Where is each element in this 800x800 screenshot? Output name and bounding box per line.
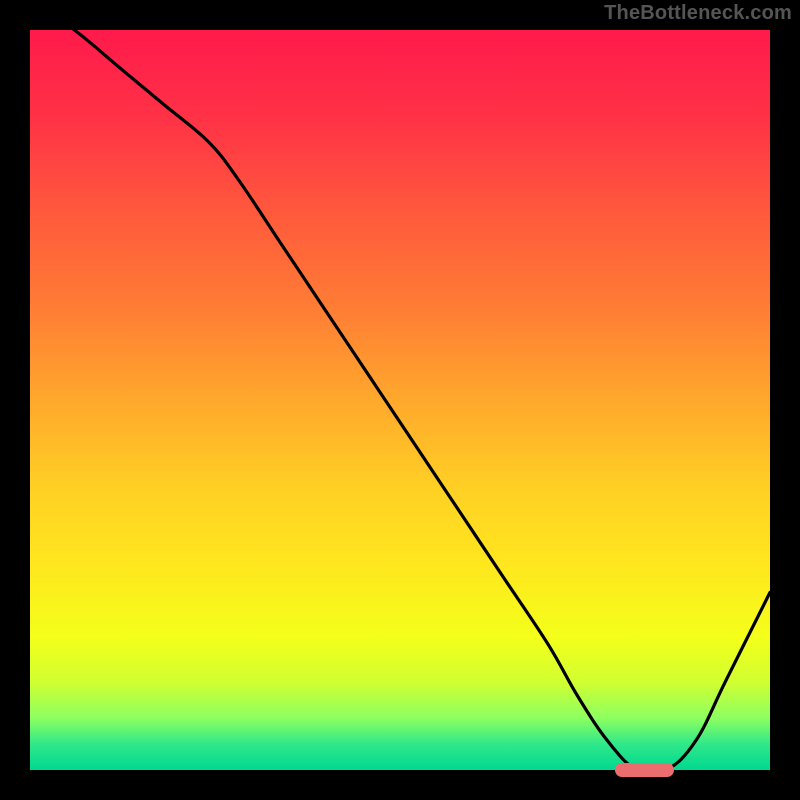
chart-curve <box>30 30 770 770</box>
chart-marker <box>615 763 674 777</box>
chart-frame <box>30 30 770 770</box>
watermark-text: TheBottleneck.com <box>604 2 792 25</box>
